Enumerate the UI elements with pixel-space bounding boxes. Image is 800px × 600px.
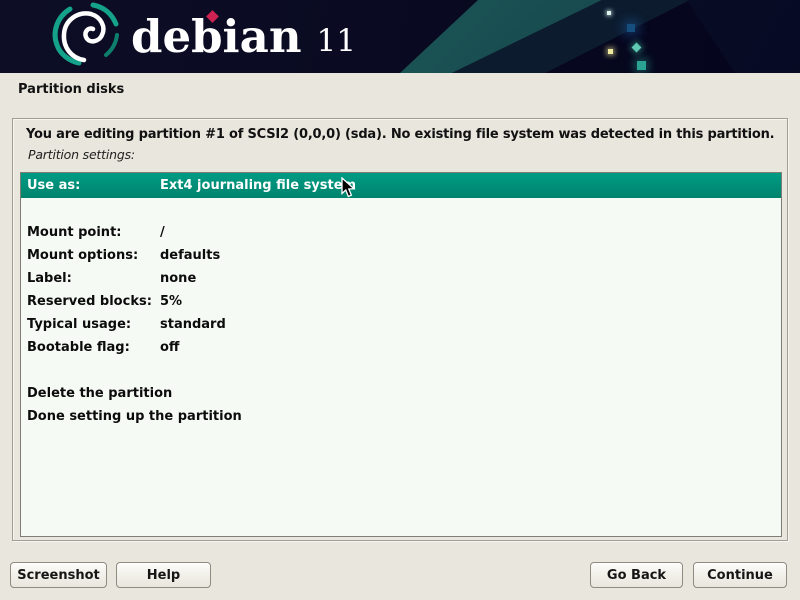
list-item-use-as[interactable]: Use as: Ext4 journaling file system [21, 173, 781, 198]
banner-decoration [0, 0, 800, 73]
setting-value: standard [160, 317, 781, 332]
list-item-reserved-blocks[interactable]: Reserved blocks: 5% [21, 290, 781, 313]
list-item-done-setting-up[interactable]: Done setting up the partition [21, 405, 781, 428]
page-title: Partition disks [18, 82, 124, 97]
screenshot-button[interactable]: Screenshot [10, 562, 107, 588]
list-item-delete-partition[interactable]: Delete the partition [21, 382, 781, 405]
setting-value: off [160, 340, 781, 355]
setting-label: Use as: [21, 178, 160, 193]
partition-settings-list: Use as: Ext4 journaling file system Moun… [20, 172, 782, 537]
partition-settings-frame: You are editing partition #1 of SCSI2 (0… [12, 118, 788, 541]
setting-label: Mount point: [21, 225, 160, 240]
continue-button[interactable]: Continue [693, 562, 787, 588]
list-item-bootable-flag[interactable]: Bootable flag: off [21, 336, 781, 359]
banner-sparkle [608, 49, 613, 54]
setting-label: Bootable flag: [21, 340, 160, 355]
banner-decoration [0, 0, 800, 73]
go-back-button[interactable]: Go Back [590, 562, 683, 588]
list-item-mount-options[interactable]: Mount options: defaults [21, 244, 781, 267]
setting-label: Mount options: [21, 248, 160, 263]
list-item-label[interactable]: Label: none [21, 267, 781, 290]
setting-value: defaults [160, 248, 781, 263]
list-spacer [21, 198, 781, 221]
setting-label: Label: [21, 271, 160, 286]
banner-sparkle [627, 24, 635, 32]
banner-sparkle [637, 61, 646, 70]
list-spacer [21, 359, 781, 382]
banner: debian 11 [0, 0, 800, 73]
debian-installer-window: debian 11 Partition disks You are editin… [0, 0, 800, 600]
list-item-typical-usage[interactable]: Typical usage: standard [21, 313, 781, 336]
setting-label: Typical usage: [21, 317, 160, 332]
brand: debian 11 [131, 0, 356, 73]
setting-label: Reserved blocks: [21, 294, 160, 309]
brand-version: 11 [317, 23, 356, 59]
banner-decoration [0, 0, 800, 73]
banner-sparkle [607, 11, 611, 15]
info-message: You are editing partition #1 of SCSI2 (0… [26, 127, 774, 142]
setting-value: 5% [160, 294, 781, 309]
setting-value: none [160, 271, 781, 286]
help-button[interactable]: Help [116, 562, 211, 588]
debian-swirl-icon [44, 2, 120, 66]
info-subtitle: Partition settings: [28, 147, 135, 162]
setting-value: Ext4 journaling file system [160, 178, 781, 193]
setting-value: / [160, 225, 781, 240]
brand-name: debian [131, 0, 302, 73]
banner-sparkle [632, 43, 642, 53]
list-item-mount-point[interactable]: Mount point: / [21, 221, 781, 244]
